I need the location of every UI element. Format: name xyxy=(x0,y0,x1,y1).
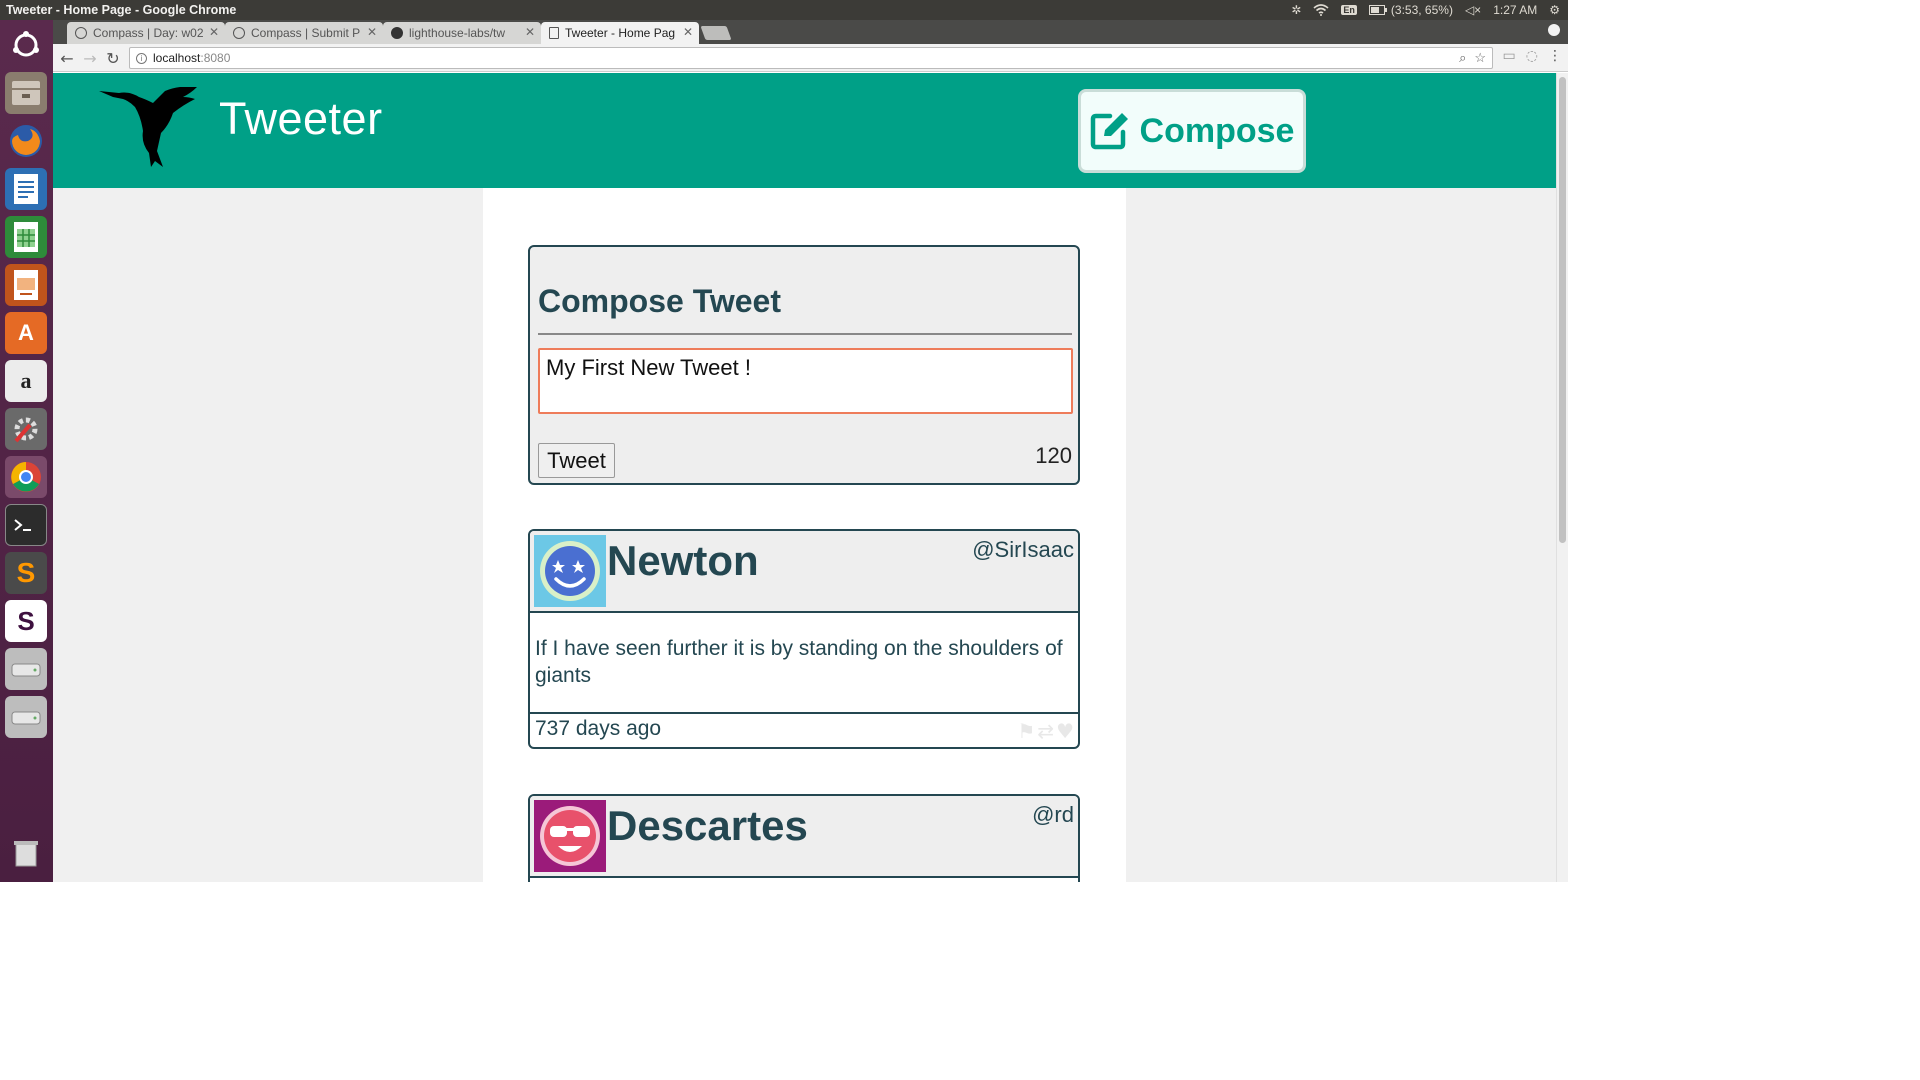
keyboard-layout-indicator[interactable]: En xyxy=(1341,5,1357,15)
tweet-actions: ⚑ ⇄ ♥ xyxy=(1017,719,1074,743)
compass-favicon-icon xyxy=(75,27,87,39)
tab-label: lighthouse-labs/tw xyxy=(409,26,506,40)
reload-icon[interactable]: ↻ xyxy=(103,48,123,68)
close-tab-icon[interactable]: ✕ xyxy=(525,25,535,39)
sublime-text-icon[interactable]: S xyxy=(5,552,47,594)
battery-icon xyxy=(1368,5,1387,15)
heart-icon[interactable]: ♥ xyxy=(1056,719,1074,743)
heading-divider xyxy=(538,333,1072,335)
libreoffice-impress-icon[interactable] xyxy=(5,264,47,306)
main-container: Compose Tweet Tweet 120 Newton @SirIsaac… xyxy=(483,188,1126,882)
amazon-icon[interactable]: a xyxy=(5,360,47,402)
compose-heading: Compose Tweet xyxy=(538,283,781,319)
bookmark-star-icon[interactable]: ☆ xyxy=(1474,50,1486,66)
hummingbird-logo xyxy=(99,87,197,167)
tab-compass-day[interactable]: Compass | Day: w02 ✕ xyxy=(67,22,225,44)
settings-icon[interactable]: ✲ xyxy=(1291,3,1301,17)
tweet-footer: 737 days ago ⚑ ⇄ ♥ xyxy=(530,714,1078,747)
back-arrow-icon[interactable]: ← xyxy=(57,48,77,68)
site-info-icon[interactable]: i xyxy=(136,52,147,64)
window-title: Tweeter - Home Page - Google Chrome xyxy=(6,3,237,17)
compass-favicon-icon xyxy=(233,27,245,39)
browser-toolbar: ← → ↻ i localhost:8080 ⌕ ☆ ▭ ◌ ⋮ xyxy=(53,44,1568,72)
url-host: localhost xyxy=(153,51,201,65)
page-viewport: Tweeter Compose Compose Tweet Tweet 120 xyxy=(53,73,1556,882)
github-favicon-icon xyxy=(391,27,403,39)
tab-label: Compass | Submit P xyxy=(251,26,361,40)
new-tab-button[interactable] xyxy=(700,26,732,40)
edit-icon xyxy=(1090,113,1128,150)
site-title: Tweeter xyxy=(219,93,383,144)
new-tweet-form: Compose Tweet Tweet 120 xyxy=(528,245,1080,485)
tweet-textarea[interactable] xyxy=(538,348,1073,414)
tweet-card: Descartes @rd xyxy=(528,794,1080,882)
close-tab-icon[interactable]: ✕ xyxy=(683,25,693,39)
tweet-submit-button[interactable]: Tweet xyxy=(538,443,615,478)
extension-icon[interactable]: ▭ xyxy=(1503,48,1516,64)
profile-icon[interactable] xyxy=(1548,24,1560,36)
url-port: :8080 xyxy=(200,51,231,65)
tab-label: Compass | Day: w02 xyxy=(93,26,203,40)
avatar xyxy=(534,800,606,872)
wifi-icon[interactable] xyxy=(1313,4,1329,16)
page-favicon-icon xyxy=(549,27,559,39)
tab-github-repo[interactable]: lighthouse-labs/tw ✕ xyxy=(383,22,541,44)
battery-text: (3:53, 65%) xyxy=(1390,3,1453,17)
retweet-icon[interactable]: ⇄ xyxy=(1037,719,1054,743)
tweet-author-handle: @SirIsaac xyxy=(972,537,1074,562)
tweet-author-name: Descartes xyxy=(607,802,808,849)
flag-icon[interactable]: ⚑ xyxy=(1017,719,1035,743)
extension-icon-2[interactable]: ◌ xyxy=(1526,48,1538,64)
battery-indicator[interactable]: (3:53, 65%) xyxy=(1368,3,1453,17)
trash-icon[interactable] xyxy=(5,832,47,874)
site-header: Tweeter Compose xyxy=(53,73,1556,188)
forward-arrow-icon[interactable]: → xyxy=(80,48,100,68)
drive-icon[interactable] xyxy=(5,648,47,690)
firefox-icon[interactable] xyxy=(5,120,47,162)
slack-icon[interactable]: S xyxy=(5,600,47,642)
terminal-icon[interactable] xyxy=(5,504,47,546)
os-top-panel: Tweeter - Home Page - Google Chrome ✲ En… xyxy=(0,0,1568,20)
libreoffice-calc-icon[interactable] xyxy=(5,216,47,258)
tweet-timestamp: 737 days ago xyxy=(535,717,662,740)
chrome-menu-icon[interactable]: ⋮ xyxy=(1548,48,1562,64)
files-icon[interactable] xyxy=(5,72,47,114)
page-scrollbar[interactable] xyxy=(1556,73,1568,882)
ubuntu-launcher: A a S S xyxy=(0,20,53,882)
compose-label: Compose xyxy=(1139,111,1295,150)
scrollbar-thumb[interactable] xyxy=(1559,77,1566,543)
zoom-icon[interactable]: ⌕ xyxy=(1459,50,1466,66)
compose-button[interactable]: Compose xyxy=(1078,89,1306,173)
tweet-author-handle: @rd xyxy=(1032,802,1074,827)
tab-tweeter-home[interactable]: Tweeter - Home Pag ✕ xyxy=(541,22,699,44)
volume-muted-icon[interactable]: ◁× xyxy=(1465,3,1481,17)
libreoffice-writer-icon[interactable] xyxy=(5,168,47,210)
tweet-card: Newton @SirIsaac If I have seen further … xyxy=(528,529,1080,749)
tab-compass-submit[interactable]: Compass | Submit P ✕ xyxy=(225,22,383,44)
drive-icon-2[interactable] xyxy=(5,696,47,738)
chrome-icon[interactable] xyxy=(5,456,47,498)
tweet-header: Descartes @rd xyxy=(530,796,1078,878)
char-counter: 120 xyxy=(1035,443,1072,468)
tweet-header: Newton @SirIsaac xyxy=(530,531,1078,613)
close-tab-icon[interactable]: ✕ xyxy=(209,25,219,39)
ubuntu-dash-icon[interactable] xyxy=(5,24,47,66)
tab-label: Tweeter - Home Pag xyxy=(565,26,675,40)
os-indicators: ✲ En (3:53, 65%) ◁× 1:27 AM ⚙ xyxy=(1291,3,1568,17)
clock[interactable]: 1:27 AM xyxy=(1493,3,1537,17)
browser-tabstrip: Compass | Day: w02 ✕ Compass | Submit P … xyxy=(53,20,1568,44)
close-tab-icon[interactable]: ✕ xyxy=(367,25,377,39)
address-bar[interactable]: i localhost:8080 ⌕ ☆ xyxy=(129,47,1493,69)
tweet-author-name: Newton xyxy=(607,537,759,584)
software-center-icon[interactable]: A xyxy=(5,312,47,354)
system-settings-icon[interactable] xyxy=(5,408,47,450)
avatar xyxy=(534,535,606,607)
tweet-content: If I have seen further it is by standing… xyxy=(530,613,1078,714)
power-gear-icon[interactable]: ⚙ xyxy=(1549,3,1560,17)
